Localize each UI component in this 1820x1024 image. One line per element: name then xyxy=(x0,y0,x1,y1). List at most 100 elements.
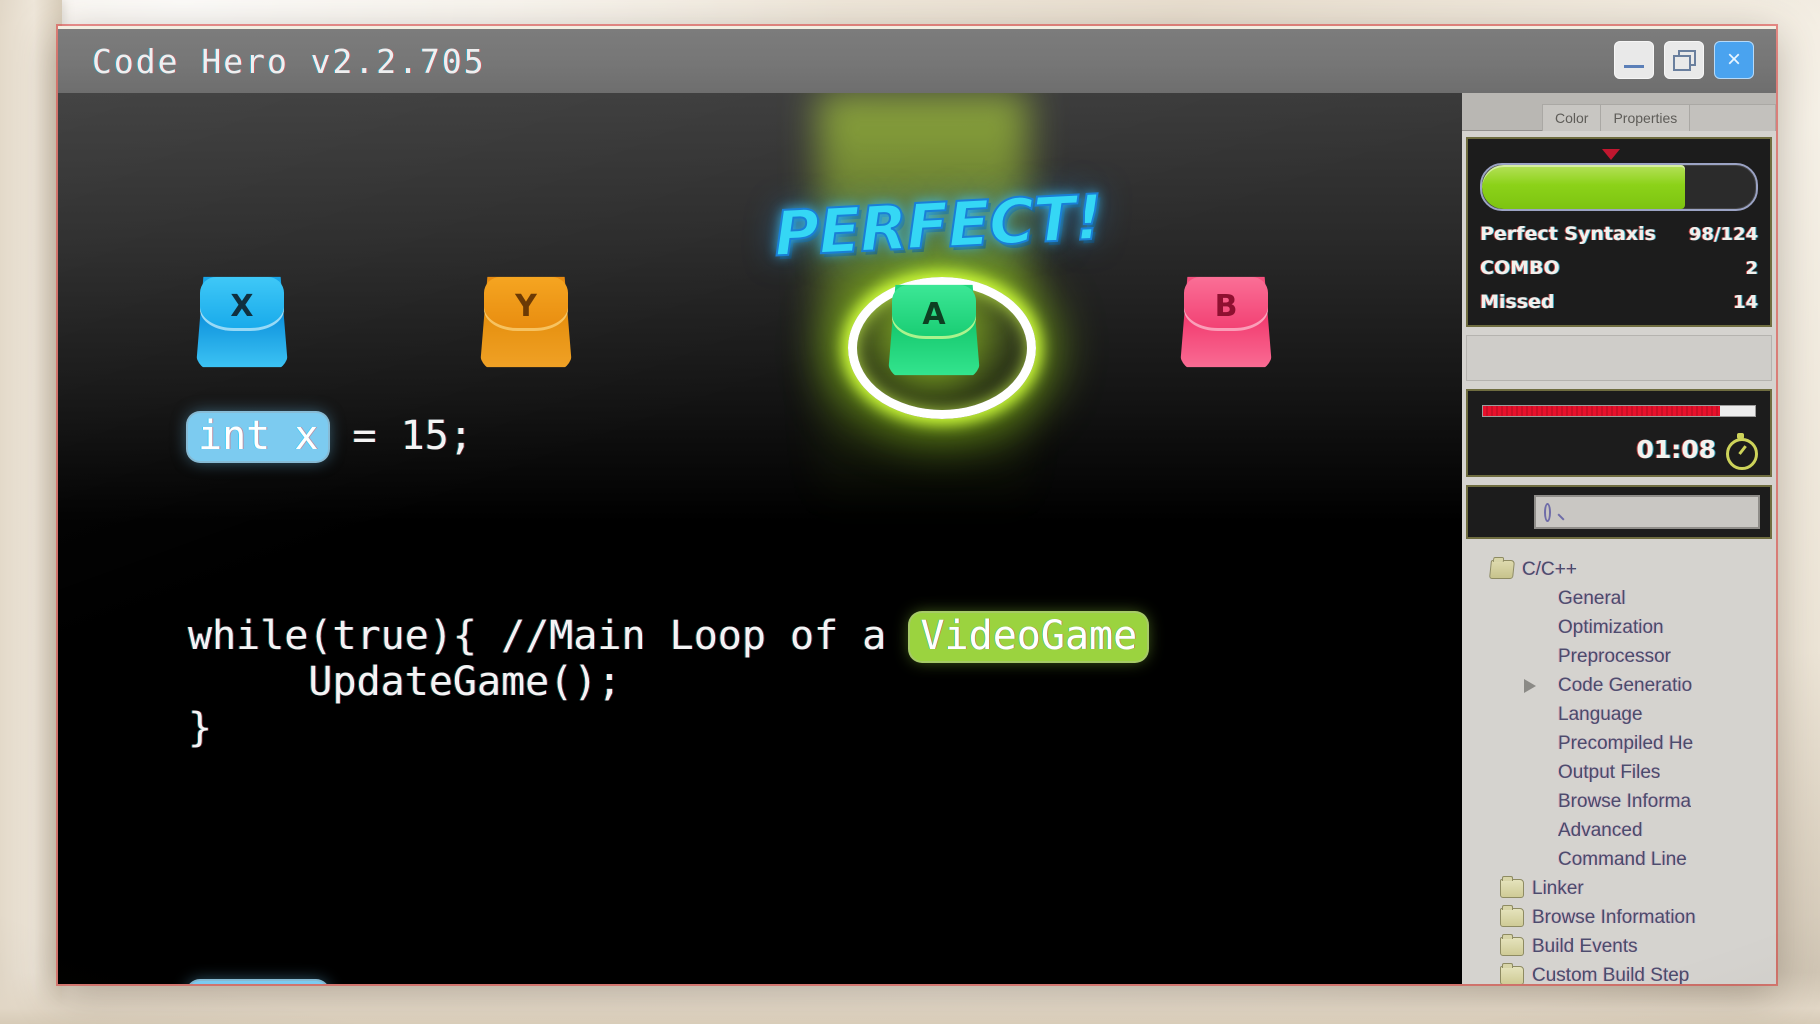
note-key-a-active[interactable]: A xyxy=(848,255,1036,425)
tab-properties[interactable]: Properties xyxy=(1601,104,1691,131)
code-line-3: UpdateGame(); xyxy=(188,659,622,705)
score-progress-bar xyxy=(1480,163,1758,211)
timer-readout: 01:08 xyxy=(1482,433,1758,470)
folder-icon xyxy=(1500,876,1524,898)
tree-item-precompiled-he[interactable]: Precompiled He xyxy=(1462,729,1776,758)
stat-row-combo: COMBO 2 xyxy=(1480,257,1758,279)
tree-item-label: C/C++ xyxy=(1522,558,1577,580)
timer-progress-bar xyxy=(1482,405,1756,417)
close-icon: × xyxy=(1726,46,1741,73)
close-button[interactable]: × xyxy=(1714,41,1754,79)
tab-color[interactable]: Color xyxy=(1542,104,1602,131)
tree-item-label: Optimization xyxy=(1558,616,1664,638)
note-key-y-label: Y xyxy=(515,289,537,324)
app-title: Code Hero v2.2.705 xyxy=(92,41,486,81)
stat-label: COMBO xyxy=(1480,257,1560,279)
code-line-2: while(true){ //Main Loop of a VideoGame xyxy=(188,613,1148,661)
tree-item-general[interactable]: General xyxy=(1462,584,1776,613)
tree-item-label: General xyxy=(1558,587,1626,609)
code-token-videogame: VideoGame xyxy=(910,613,1148,661)
score-panel: Perfect Syntaxis 98/124 COMBO 2 Missed 1… xyxy=(1466,137,1772,327)
stat-label: Perfect Syntaxis xyxy=(1480,223,1656,245)
empty-panel xyxy=(1466,335,1772,381)
code-token-type: int x xyxy=(188,413,329,461)
tree-item-output-files[interactable]: Output Files xyxy=(1462,758,1776,787)
search-input[interactable] xyxy=(1551,502,1758,522)
tree-item-label: Custom Build Step xyxy=(1532,964,1690,985)
note-key-a-label: A xyxy=(922,297,946,332)
screen-photo-backdrop: Code Hero v2.2.705 × X Y A B PERFECT! in… xyxy=(0,0,1820,1024)
code-token-type: int x xyxy=(188,981,329,984)
tree-item-label: Browse Information xyxy=(1532,906,1696,928)
note-key-x[interactable]: X xyxy=(196,275,288,371)
tabstrip-filler xyxy=(1690,104,1776,131)
timer-value: 01:08 xyxy=(1636,434,1716,464)
tree-item-advanced[interactable]: Advanced xyxy=(1462,816,1776,845)
note-key-a[interactable]: A xyxy=(888,283,980,379)
search-icon xyxy=(1544,502,1551,522)
selection-arrow-icon xyxy=(1524,678,1536,693)
note-key-x-label: X xyxy=(230,289,254,324)
wall-edge-left xyxy=(0,0,62,1024)
tree-item-custom-build-step[interactable]: Custom Build Step xyxy=(1462,961,1776,984)
title-bar: Code Hero v2.2.705 × xyxy=(58,26,1776,93)
code-token-rest: = 15; xyxy=(328,981,473,984)
stat-value: 14 xyxy=(1732,292,1758,313)
tree-item-label: Code Generatio xyxy=(1558,674,1693,696)
code-token-rest: = 15; xyxy=(328,413,473,459)
tree-item-language[interactable]: Language xyxy=(1462,700,1776,729)
minimize-icon xyxy=(1624,64,1644,68)
score-target-marker-icon xyxy=(1602,149,1621,160)
stat-label: Missed xyxy=(1480,291,1555,313)
tree-item-label: Command Line xyxy=(1558,848,1687,870)
code-line-5: int x = 15; xyxy=(188,981,473,984)
tree-item-browse-information[interactable]: Browse Information xyxy=(1462,903,1776,932)
judgement-text: PERFECT! xyxy=(771,179,1105,271)
tree-item-label: Language xyxy=(1558,703,1643,725)
tree-item-label: Output Files xyxy=(1558,761,1661,783)
tree-item-linker[interactable]: Linker xyxy=(1462,874,1776,903)
tree-item-optimization[interactable]: Optimization xyxy=(1462,613,1776,642)
tree-item-label: Build Events xyxy=(1532,935,1638,957)
tree-item-label: Advanced xyxy=(1558,819,1643,841)
timer-progress-fill xyxy=(1483,406,1720,416)
note-key-y[interactable]: Y xyxy=(480,275,572,371)
folder-open-icon xyxy=(1489,560,1515,579)
tree-item-build-events[interactable]: Build Events xyxy=(1462,932,1776,961)
code-token-loop: while(true){ //Main Loop of a xyxy=(188,613,911,659)
note-key-b-label: B xyxy=(1214,289,1238,324)
stat-value: 98/124 xyxy=(1688,224,1758,245)
note-key-b[interactable]: B xyxy=(1180,275,1272,371)
tree-item-code-generatio[interactable]: Code Generatio xyxy=(1462,671,1776,700)
search-box[interactable] xyxy=(1534,495,1760,529)
tree-item-label: Preprocessor xyxy=(1558,645,1671,667)
tree-item-c-c[interactable]: C/C++ xyxy=(1462,555,1776,584)
tree-item-label: Browse Informa xyxy=(1558,790,1692,812)
folder-icon xyxy=(1500,963,1524,984)
tree-item-label: Precompiled He xyxy=(1558,732,1694,754)
minimize-button[interactable] xyxy=(1614,41,1654,79)
tree-item-command-line[interactable]: Command Line xyxy=(1462,845,1776,874)
tree-item-label: Linker xyxy=(1532,877,1584,899)
stat-row-perfect-syntaxis: Perfect Syntaxis 98/124 xyxy=(1480,223,1758,245)
restore-button[interactable] xyxy=(1664,41,1704,79)
window-body: X Y A B PERFECT! int x = 15; while(true)… xyxy=(58,93,1776,984)
restore-icon xyxy=(1673,50,1696,71)
stat-row-missed: Missed 14 xyxy=(1480,291,1758,313)
stopwatch-icon xyxy=(1724,433,1758,470)
tree-item-preprocessor[interactable]: Preprocessor xyxy=(1462,642,1776,671)
timer-panel: 01:08 xyxy=(1466,389,1772,477)
code-line-4: } xyxy=(188,705,213,751)
properties-tree[interactable]: C/C++ General Optimization Preprocessor Code… xyxy=(1462,545,1776,984)
folder-icon xyxy=(1500,905,1524,927)
search-panel xyxy=(1466,485,1772,539)
game-canvas: X Y A B PERFECT! int x = 15; while(true)… xyxy=(58,93,1462,984)
stat-value: 2 xyxy=(1745,258,1758,279)
app-window: Code Hero v2.2.705 × X Y A B PERFECT! in… xyxy=(58,26,1776,984)
score-progress-fill xyxy=(1482,165,1685,209)
window-controls: × xyxy=(1614,41,1754,79)
tree-item-browse-informa[interactable]: Browse Informa xyxy=(1462,787,1776,816)
score-marker-row xyxy=(1480,149,1758,163)
sidebar-tabstrip: Color Properties xyxy=(1462,93,1776,131)
code-line-1: int x = 15; xyxy=(188,413,473,461)
